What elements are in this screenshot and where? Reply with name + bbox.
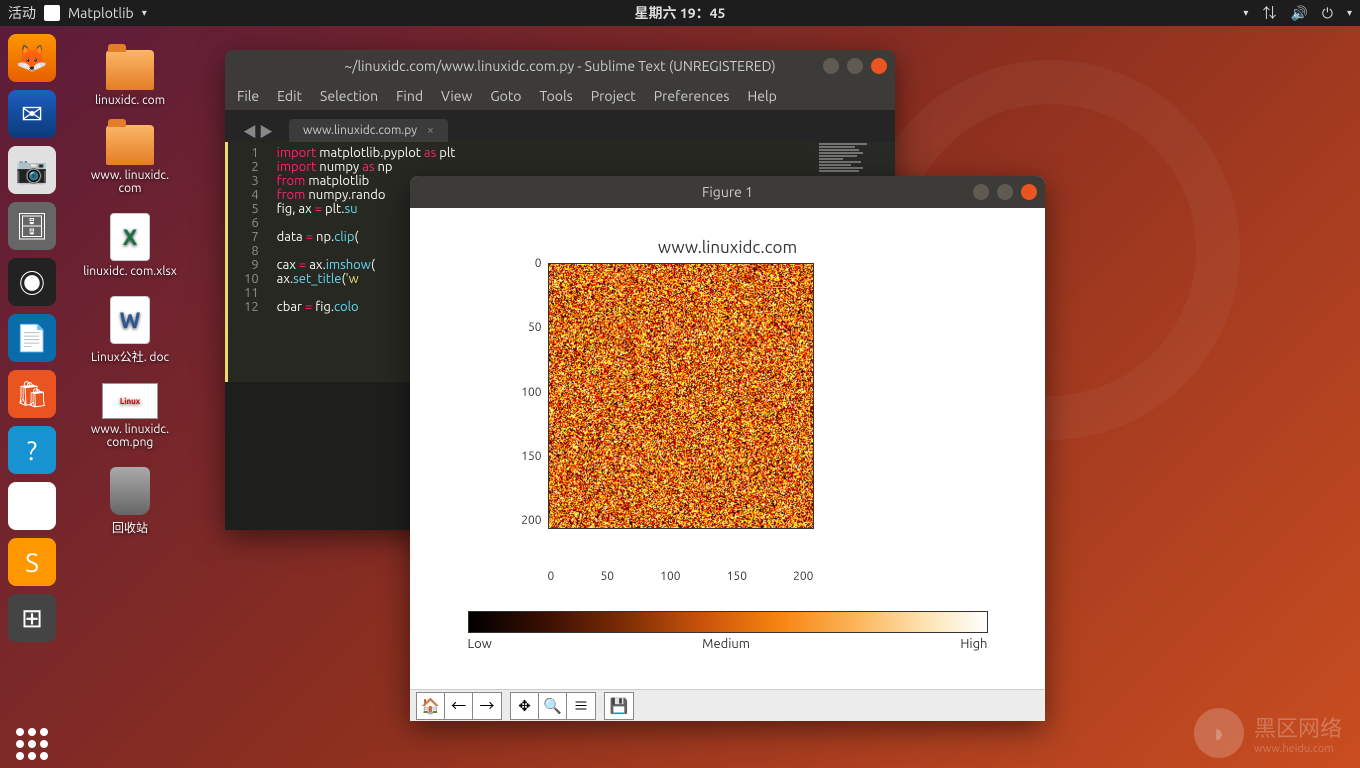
desktop-icons: linuxidc. com www. linuxidc. com Xlinuxi… xyxy=(80,50,180,536)
colorbar-gradient xyxy=(468,611,988,633)
forward-button[interactable]: → xyxy=(473,693,501,719)
colorbar-low: Low xyxy=(468,637,492,651)
rhythmbox-launcher[interactable]: ◉ xyxy=(8,258,56,306)
software-launcher[interactable]: 🛍 xyxy=(8,370,56,418)
maximize-button[interactable] xyxy=(997,184,1013,200)
top-panel: 活动 Matplotlib ▾ 星期六 19：45 ▾ ⇅ 🔊 ⏻ ▾ xyxy=(0,0,1360,26)
minimize-button[interactable] xyxy=(823,58,839,74)
trash-icon xyxy=(110,467,150,515)
menu-selection[interactable]: Selection xyxy=(320,88,378,104)
desktop-file-doc[interactable]: WLinux公社. doc xyxy=(80,296,180,365)
clock[interactable]: 星期六 19：45 xyxy=(635,3,726,23)
folder-icon xyxy=(106,50,154,90)
colorbar-high: High xyxy=(960,637,987,651)
menu-find[interactable]: Find xyxy=(396,88,423,104)
desktop-file-xlsx[interactable]: Xlinuxidc. com.xlsx xyxy=(80,213,180,278)
firefox-launcher[interactable]: 🦊 xyxy=(8,34,56,82)
menu-help[interactable]: Help xyxy=(747,88,776,104)
heatmap-image xyxy=(548,263,814,529)
app-menu-icon xyxy=(44,5,60,21)
watermark-icon: ◗ xyxy=(1194,708,1244,758)
power-icon[interactable]: ⏻ xyxy=(1322,5,1333,22)
menu-file[interactable]: File xyxy=(237,88,259,104)
figure-titlebar[interactable]: Figure 1 xyxy=(410,176,1045,208)
menu-goto[interactable]: Goto xyxy=(490,88,521,104)
tab-prev-icon[interactable]: ◀ xyxy=(243,122,257,142)
figure-canvas: www.linuxidc.com 050100150200 0501001502… xyxy=(410,208,1045,689)
editor-tab[interactable]: www.linuxidc.com.py × xyxy=(289,119,448,142)
show-apps-button[interactable] xyxy=(8,720,56,768)
plot-area: 050100150200 050100150200 xyxy=(548,263,908,563)
files-launcher[interactable]: 🗄 xyxy=(8,202,56,250)
x-axis-ticks: 050100150200 xyxy=(548,570,814,583)
system-menu-chevron-icon[interactable]: ▾ xyxy=(1347,7,1352,19)
desktop-folder-www-linuxidc[interactable]: www. linuxidc. com xyxy=(80,125,180,195)
menu-view[interactable]: View xyxy=(441,88,472,104)
save-button[interactable]: 💾 xyxy=(605,693,633,719)
figure-title: Figure 1 xyxy=(702,184,753,200)
back-button[interactable]: ← xyxy=(445,693,473,719)
matplotlib-toolbar: 🏠 ← → ✥ 🔍 ≡ 💾 xyxy=(410,689,1045,721)
sublime-tabbar: ◀▶ www.linuxidc.com.py × xyxy=(225,110,895,142)
line-gutter: 123456789101112 xyxy=(225,142,269,382)
configure-button[interactable]: ≡ xyxy=(567,693,595,719)
y-axis-ticks: 050100150200 xyxy=(514,257,542,527)
help-launcher[interactable]: ? xyxy=(8,426,56,474)
sublime-launcher[interactable]: S xyxy=(8,538,56,586)
home-button[interactable]: 🏠 xyxy=(417,693,445,719)
document-icon: W xyxy=(110,296,150,344)
folder-icon xyxy=(106,125,154,165)
colorbar-medium: Medium xyxy=(702,637,750,651)
menu-tools[interactable]: Tools xyxy=(540,88,573,104)
sublime-titlebar[interactable]: ~/linuxidc.com/www.linuxidc.com.py - Sub… xyxy=(225,50,895,82)
thunderbird-launcher[interactable]: ✉ xyxy=(8,90,56,138)
chevron-down-icon[interactable]: ▾ xyxy=(142,7,147,19)
maximize-button[interactable] xyxy=(847,58,863,74)
desktop-folder-linuxidc[interactable]: linuxidc. com xyxy=(80,50,180,107)
libreoffice-launcher[interactable]: 📄 xyxy=(8,314,56,362)
app-menu-label[interactable]: Matplotlib xyxy=(68,5,134,21)
pan-button[interactable]: ✥ xyxy=(511,693,539,719)
screenshot-launcher[interactable]: ⊞ xyxy=(8,594,56,642)
menu-project[interactable]: Project xyxy=(591,88,636,104)
colorbar: Low Medium High xyxy=(468,611,988,651)
camera-launcher[interactable]: 📷 xyxy=(8,146,56,194)
amazon-launcher[interactable]: a xyxy=(8,482,56,530)
plot-title: www.linuxidc.com xyxy=(658,238,797,257)
input-source-icon[interactable]: ▾ xyxy=(1243,7,1248,19)
zoom-button[interactable]: 🔍 xyxy=(539,693,567,719)
activities-button[interactable]: 活动 xyxy=(8,3,36,23)
close-button[interactable] xyxy=(871,58,887,74)
tab-close-icon[interactable]: × xyxy=(427,124,434,137)
sublime-title: ~/linuxidc.com/www.linuxidc.com.py - Sub… xyxy=(344,58,775,74)
desktop-file-png[interactable]: Linuxwww. linuxidc. com.png xyxy=(80,383,180,449)
minimize-button[interactable] xyxy=(973,184,989,200)
volume-icon[interactable]: 🔊 xyxy=(1290,5,1307,22)
spreadsheet-icon: X xyxy=(110,213,150,261)
network-icon[interactable]: ⇅ xyxy=(1262,3,1276,23)
launcher-dock: 🦊 ✉ 📷 🗄 ◉ 📄 🛍 ? a S ⊞ xyxy=(0,26,64,768)
menu-edit[interactable]: Edit xyxy=(277,88,302,104)
sublime-menubar: File Edit Selection Find View Goto Tools… xyxy=(225,82,895,110)
close-button[interactable] xyxy=(1021,184,1037,200)
desktop-trash[interactable]: 回收站 xyxy=(80,467,180,536)
menu-preferences[interactable]: Preferences xyxy=(654,88,730,104)
watermark: ◗ 黑区网络www.heidu.com xyxy=(1194,708,1342,758)
editor-tab-label: www.linuxidc.com.py xyxy=(303,124,417,137)
image-icon: Linux xyxy=(102,383,158,419)
figure-window: Figure 1 www.linuxidc.com 050100150200 0… xyxy=(410,176,1045,721)
tab-next-icon[interactable]: ▶ xyxy=(259,122,273,142)
